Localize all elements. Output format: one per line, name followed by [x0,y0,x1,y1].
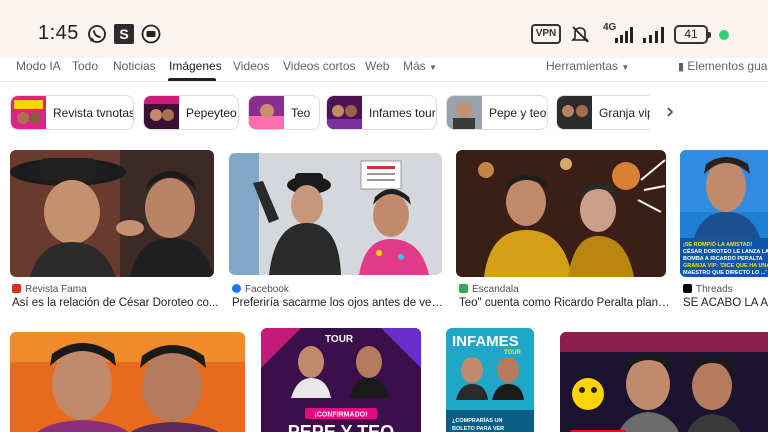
bookmark-icon: ▮ [678,61,685,73]
tab-imagenes[interactable]: Imágenes [169,59,222,73]
saved-items-label: Elementos guard [687,59,768,73]
svg-text:BOLETO PARA VER: BOLETO PARA VER [452,426,504,432]
svg-text:CÉSAR DOROTEO LE LANZA LA: CÉSAR DOROTEO LE LANZA LA [683,247,768,255]
search-tabs: Modo IA Todo Noticias Imágenes Videos Vi… [0,58,768,82]
result-source: Escandala [459,284,519,295]
svg-text:PEPE Y TEO: PEPE Y TEO [288,422,394,432]
chip-granja-vip[interactable]: Granja vip [556,95,650,130]
chip-label: Revista tvnotas [53,106,134,120]
mute-icon [571,26,589,43]
tab-web[interactable]: Web [365,59,389,73]
svg-text:¿COMPRARÍAS UN: ¿COMPRARÍAS UN [452,416,502,424]
favicon-icon [232,284,241,293]
result-image[interactable] [10,150,214,277]
chip-thumbnail [249,96,284,129]
chip-revista-tvnotas[interactable]: Revista tvnotas [10,95,134,130]
tab-videos[interactable]: Videos [233,59,269,73]
tab-mas[interactable]: Más ▼ [403,59,437,73]
saved-items-button[interactable]: ▮ Elementos guard [678,59,768,73]
tab-videos-cortos[interactable]: Videos cortos [283,59,356,73]
svg-text:¡SE ROMPIÓ LA AMISTAD!: ¡SE ROMPIÓ LA AMISTAD! [683,240,753,248]
chip-label: Teo [291,106,311,120]
tab-todo[interactable]: Todo [72,59,98,73]
result-image[interactable]: YouTube [560,332,768,432]
result-source: Facebook [232,284,289,295]
chevron-right-icon[interactable] [663,105,677,119]
tools-label: Herramientas [546,59,619,73]
chip-infames-tour[interactable]: Infames tour [326,95,437,130]
favicon-icon [683,284,692,293]
result-image[interactable] [456,150,666,277]
tab-noticias[interactable]: Noticias [113,59,156,73]
tab-mas-label: Más [403,59,426,73]
source-label: Threads [696,284,733,295]
svg-text:BOMBA A RICARDO PERALTA: BOMBA A RICARDO PERALTA [683,256,763,262]
chip-thumbnail [327,96,362,129]
source-label: Escandala [472,284,519,295]
chip-pepeyteo[interactable]: Pepeyteo [143,95,239,130]
favicon-icon [459,284,468,293]
tab-modo-ia[interactable]: Modo IA [16,59,61,73]
result-image[interactable]: TOUR ¡CONFIRMADO! PEPE Y TEO [261,328,421,432]
svg-text:INFAMES: INFAMES [452,333,519,350]
status-bar: 1:45 S VPN 4G 41 [0,0,768,60]
chip-label: Pepeyteo [186,106,237,120]
result-caption[interactable]: Preferiría sacarme los ojos antes de ver… [232,297,444,309]
privacy-dot [719,30,729,40]
signal-icon-1 [615,27,633,43]
chip-teo[interactable]: Teo [248,95,320,130]
tools-button[interactable]: Herramientas ▼ [546,59,629,73]
clock: 1:45 [38,22,79,44]
favicon-icon [12,284,21,293]
result-image[interactable]: INFAMES TOUR ¿COMPRARÍAS UN BOLETO PARA … [446,328,534,432]
svg-text:¡CONFIRMADO!: ¡CONFIRMADO! [315,412,368,419]
result-source: Revista Fama [12,284,87,295]
result-image[interactable] [229,153,442,275]
result-image[interactable] [10,332,245,432]
active-tab-indicator [168,78,216,81]
chip-thumbnail [144,96,179,129]
chip-label: Pepe y teo [489,106,547,120]
source-label: Facebook [245,284,289,295]
chip-thumbnail [11,96,46,129]
chip-label: Granja vip [599,106,650,120]
svg-text:TOUR: TOUR [325,334,354,345]
result-source: Threads [683,284,733,295]
chevron-down-icon: ▼ [429,63,437,72]
chip-label: Infames tour [369,106,436,120]
vpn-indicator: VPN [531,24,561,44]
result-caption[interactable]: Así es la relación de César Doroteo co..… [12,297,220,309]
chip-thumbnail [557,96,592,129]
result-image[interactable]: ¡SE ROMPIÓ LA AMISTAD! CÉSAR DOROTEO LE … [680,150,768,277]
svg-text:MAESTRO QUE DIRECTO LO ...': MAESTRO QUE DIRECTO LO ...' [683,270,767,276]
source-label: Revista Fama [25,284,87,295]
media-app-icon [141,24,161,44]
result-caption[interactable]: SE ACABÓ LA AM [683,297,768,309]
chevron-down-icon: ▼ [621,63,630,72]
s-app-icon: S [114,24,134,44]
svg-text:GRANJA VIP: 'DICE QUE HA UNA: GRANJA VIP: 'DICE QUE HA UNA [683,263,768,269]
signal-icon-2 [643,27,664,43]
svg-text:TOUR: TOUR [504,350,522,356]
result-caption[interactable]: Teo" cuenta como Ricardo Peralta plane..… [459,297,671,309]
chip-pepe-y-teo[interactable]: Pepe y teo [446,95,548,130]
svg-text:S: S [119,26,128,42]
whatsapp-icon [88,25,106,43]
chip-thumbnail [447,96,482,129]
battery-indicator: 41 [674,25,711,44]
